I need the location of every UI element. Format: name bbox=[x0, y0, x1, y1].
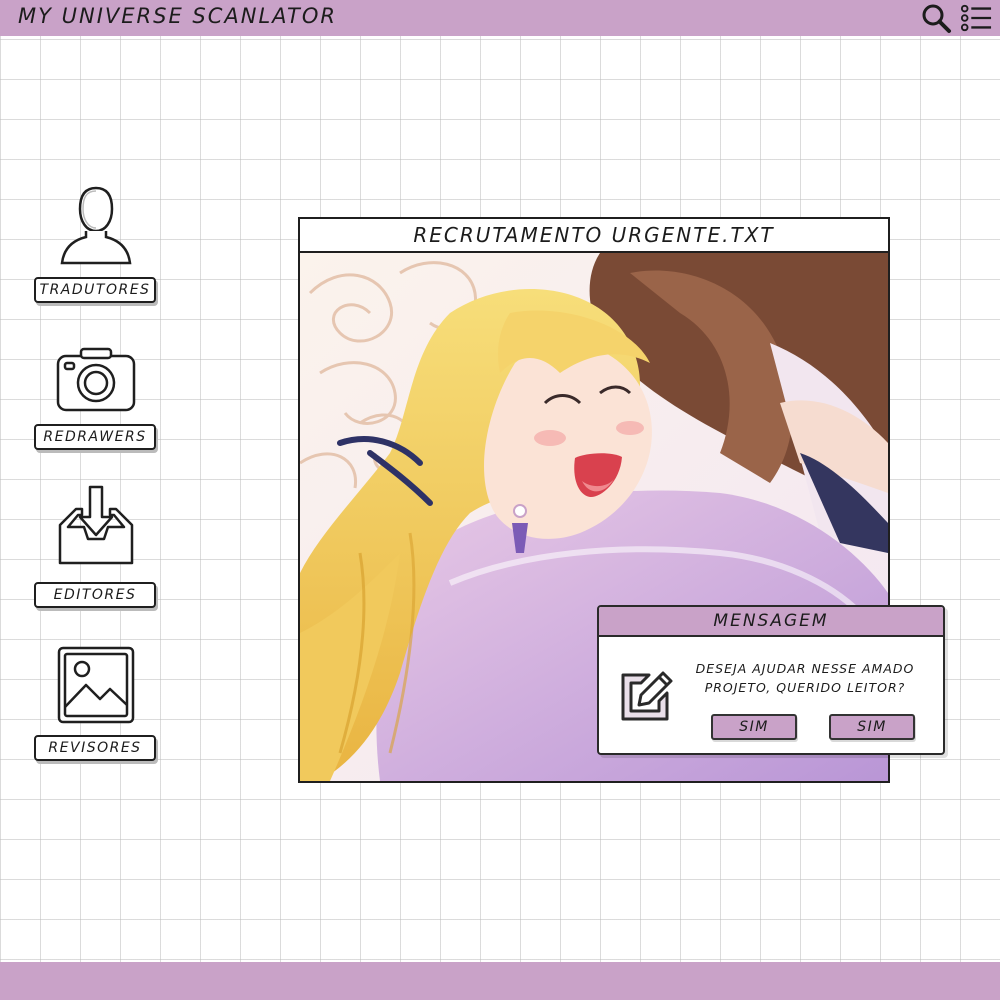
top-bar: MY UNIVERSE SCANLATOR bbox=[0, 0, 1000, 36]
site-title: MY UNIVERSE SCANLATOR bbox=[18, 4, 337, 28]
image-icon bbox=[57, 646, 135, 724]
sidebar-item-redrawers[interactable]: REDRAWERS bbox=[34, 346, 158, 450]
window-title: RECRUTAMENTO URGENTE.TXT bbox=[300, 219, 888, 253]
dialog-message: DESEJA AJUDAR NESSE AMADO PROJETO, QUERI… bbox=[695, 661, 915, 695]
yes-button-secondary[interactable]: SIM bbox=[829, 714, 915, 740]
dialog-title: MENSAGEM bbox=[599, 607, 943, 637]
user-icon bbox=[60, 186, 132, 265]
download-tray-icon bbox=[58, 485, 134, 565]
search-icon[interactable] bbox=[920, 2, 952, 34]
edit-icon bbox=[621, 671, 673, 721]
yes-button[interactable]: SIM bbox=[711, 714, 797, 740]
sidebar-item-revisores[interactable]: REVISORES bbox=[34, 645, 158, 761]
sidebar-item-label: REDRAWERS bbox=[34, 424, 156, 450]
sidebar-item-label: EDITORES bbox=[34, 582, 156, 608]
camera-icon bbox=[56, 347, 136, 412]
bottom-bar bbox=[0, 962, 1000, 1000]
list-menu-icon[interactable] bbox=[960, 2, 992, 34]
sidebar-item-editores[interactable]: EDITORES bbox=[34, 485, 158, 608]
sidebar-item-tradutores[interactable]: TRADUTORES bbox=[34, 185, 158, 303]
sidebar-item-label: REVISORES bbox=[34, 735, 156, 761]
sidebar-item-label: TRADUTORES bbox=[34, 277, 156, 303]
message-dialog: MENSAGEM DESEJA AJUDAR NESSE AMADO PROJE… bbox=[597, 605, 945, 755]
